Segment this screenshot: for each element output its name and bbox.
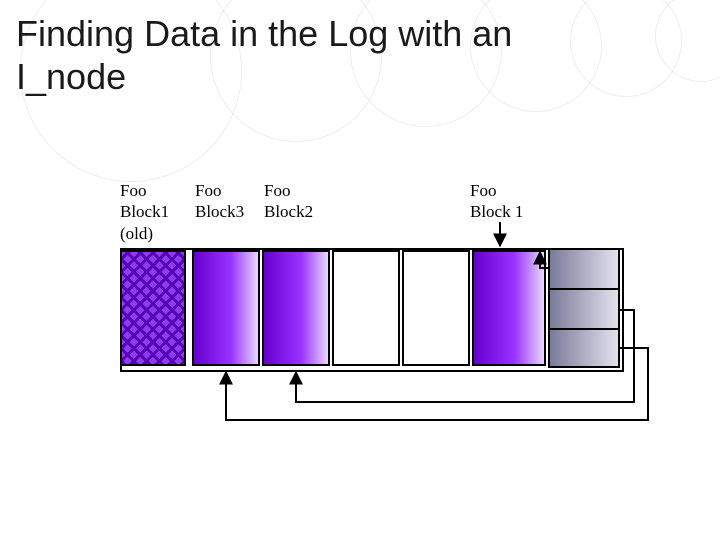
- block-empty-b: [402, 250, 470, 366]
- block-foo1-old: [120, 250, 186, 366]
- block-empty-a: [332, 250, 400, 366]
- label-block1-old: Foo Block1 (old): [120, 180, 169, 244]
- label-block3: Foo Block3: [195, 180, 244, 223]
- block-foo2: [262, 250, 330, 366]
- inode-slot-1: [550, 290, 618, 330]
- label-block2: Foo Block2: [264, 180, 313, 223]
- page-title: Finding Data in the Log with an I_node: [16, 12, 576, 98]
- inode: [548, 248, 620, 368]
- block-foo3: [192, 250, 260, 366]
- label-block1-new: Foo Block 1: [470, 180, 523, 223]
- inode-slot-0: [550, 250, 618, 290]
- inode-slot-2: [550, 330, 618, 366]
- block-foo1-new: [472, 250, 546, 366]
